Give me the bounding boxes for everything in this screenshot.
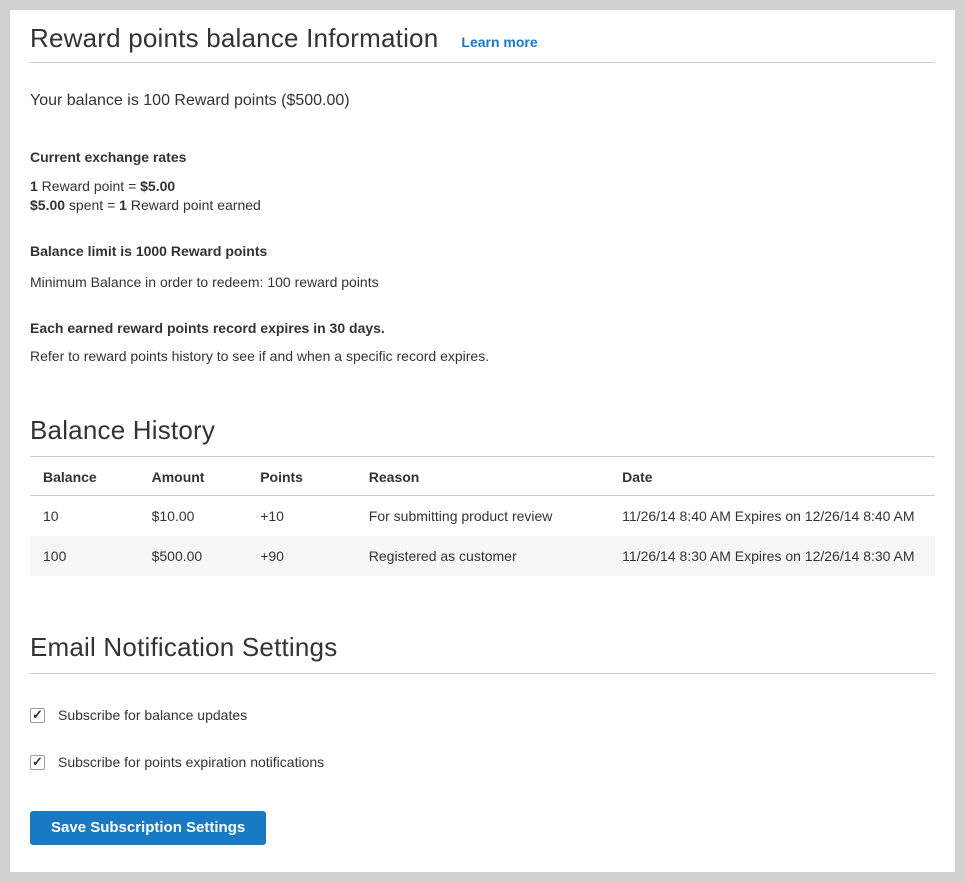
subscribe-balance-updates-checkbox[interactable] — [30, 708, 45, 723]
rate2-value: 1 — [119, 197, 127, 213]
cell-points: +10 — [247, 496, 356, 537]
subscribe-balance-updates-label: Subscribe for balance updates — [58, 707, 247, 723]
page-background: Reward points balance Information Learn … — [0, 0, 965, 882]
rate-line-1: 1 Reward point = $5.00 — [30, 178, 175, 194]
page-title: Reward points balance Information — [30, 22, 438, 54]
exchange-rates-heading: Current exchange rates — [30, 148, 935, 166]
balance-limit-heading: Balance limit is 1000 Reward points — [30, 242, 935, 260]
reward-points-card: Reward points balance Information Learn … — [10, 10, 955, 872]
rate1-amount: $5.00 — [140, 178, 175, 194]
rate2-suffix: Reward point earned — [127, 197, 261, 213]
column-header-balance: Balance — [30, 457, 139, 496]
subscribe-expiration-notifications-checkbox[interactable] — [30, 755, 45, 770]
learn-more-link[interactable]: Learn more — [461, 34, 537, 50]
cell-amount: $500.00 — [139, 536, 248, 576]
cell-date: 11/26/14 8:30 AM Expires on 12/26/14 8:3… — [609, 536, 935, 576]
exchange-rates-lines: 1 Reward point = $5.00 $5.00 spent = 1 R… — [30, 177, 935, 215]
table-row: 10 $10.00 +10 For submitting product rev… — [30, 496, 935, 537]
email-notification-section: Email Notification Settings Subscribe fo… — [30, 632, 935, 845]
cell-reason: For submitting product review — [356, 496, 609, 537]
expiry-note: Refer to reward points history to see if… — [30, 347, 935, 365]
balance-history-section: Balance History Balance Amount Points Re… — [30, 415, 935, 576]
subscribe-expiration-notifications-option[interactable]: Subscribe for points expiration notifica… — [30, 754, 935, 770]
rate1-value: 1 — [30, 178, 38, 194]
email-notification-title: Email Notification Settings — [30, 632, 935, 674]
balance-message: Your balance is 100 Reward points ($500.… — [30, 90, 935, 112]
cell-points: +90 — [247, 536, 356, 576]
cell-reason: Registered as customer — [356, 536, 609, 576]
balance-history-title: Balance History — [30, 415, 935, 457]
subscribe-balance-updates-option[interactable]: Subscribe for balance updates — [30, 707, 935, 723]
rate-line-2: $5.00 spent = 1 Reward point earned — [30, 197, 261, 213]
column-header-amount: Amount — [139, 457, 248, 496]
cell-balance: 10 — [30, 496, 139, 537]
table-row: 100 $500.00 +90 Registered as customer 1… — [30, 536, 935, 576]
rate2-text: spent = — [65, 197, 119, 213]
expiry-heading: Each earned reward points record expires… — [30, 319, 935, 337]
cell-balance: 100 — [30, 536, 139, 576]
column-header-date: Date — [609, 457, 935, 496]
balance-history-table: Balance Amount Points Reason Date 10 $10… — [30, 457, 935, 576]
column-header-points: Points — [247, 457, 356, 496]
table-header-row: Balance Amount Points Reason Date — [30, 457, 935, 496]
subscribe-expiration-notifications-label: Subscribe for points expiration notifica… — [58, 754, 324, 770]
minimum-balance-text: Minimum Balance in order to redeem: 100 … — [30, 273, 935, 291]
rate1-text: Reward point = — [38, 178, 140, 194]
column-header-reason: Reason — [356, 457, 609, 496]
card-header: Reward points balance Information Learn … — [30, 22, 935, 63]
cell-amount: $10.00 — [139, 496, 248, 537]
save-subscription-settings-button[interactable]: Save Subscription Settings — [30, 811, 266, 845]
cell-date: 11/26/14 8:40 AM Expires on 12/26/14 8:4… — [609, 496, 935, 537]
rate2-amount: $5.00 — [30, 197, 65, 213]
